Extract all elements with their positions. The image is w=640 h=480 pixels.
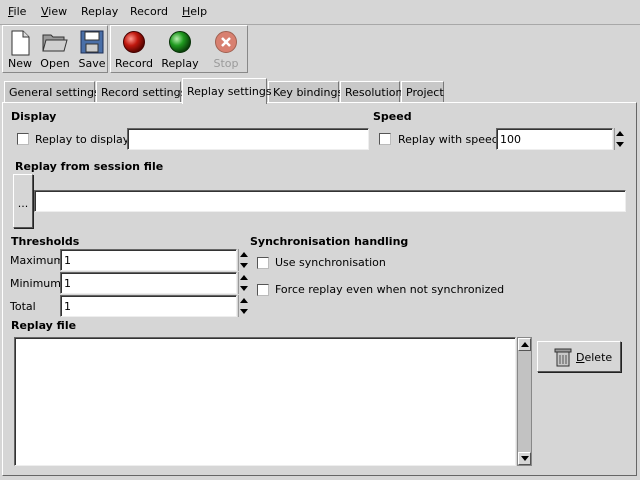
- minimum-spinner[interactable]: [238, 272, 248, 294]
- thresholds-section-title: Thresholds: [11, 235, 80, 248]
- spin-down-icon[interactable]: [240, 309, 248, 314]
- maximum-label: Maximum: [10, 254, 65, 267]
- replay-with-speed-label: Replay with speed:: [398, 133, 503, 146]
- new-button[interactable]: New: [2, 27, 38, 71]
- delete-button-label: Delete: [576, 351, 612, 364]
- spin-down-icon[interactable]: [240, 286, 248, 291]
- force-replay-label: Force replay even when not synchronized: [275, 283, 505, 296]
- delete-button[interactable]: Delete: [537, 341, 621, 372]
- total-label: Total: [10, 300, 36, 313]
- minimum-input[interactable]: 1: [60, 272, 237, 294]
- save-button-label: Save: [78, 57, 106, 70]
- replay-file-list[interactable]: [14, 337, 516, 466]
- scroll-up-button[interactable]: [518, 338, 531, 351]
- record-icon: [123, 31, 145, 53]
- replay-with-speed-checkbox[interactable]: [379, 133, 391, 145]
- maximum-input[interactable]: 1: [60, 249, 237, 271]
- open-button[interactable]: Open: [37, 27, 73, 71]
- menu-replay[interactable]: Replay: [81, 5, 118, 18]
- scroll-down-button[interactable]: [518, 452, 531, 465]
- menu-file[interactable]: File: [8, 5, 26, 18]
- spin-up-icon[interactable]: [616, 131, 624, 136]
- session-section-title: Replay from session file: [15, 160, 164, 173]
- record-button-label: Record: [115, 57, 154, 70]
- tab-record-settings[interactable]: Record settings: [96, 81, 186, 103]
- sync-section-title: Synchronisation handling: [250, 235, 409, 248]
- use-sync-checkbox[interactable]: [257, 257, 269, 269]
- spin-up-icon[interactable]: [240, 252, 248, 257]
- display-section-title: Display: [11, 110, 57, 123]
- menu-record[interactable]: Record: [130, 5, 168, 18]
- stop-button-label: Stop: [213, 57, 239, 70]
- tab-resolution[interactable]: Resolution: [340, 81, 402, 103]
- force-replay-checkbox[interactable]: [257, 284, 269, 296]
- spin-up-icon[interactable]: [240, 298, 248, 303]
- delete-rest: elete: [584, 351, 613, 364]
- trash-icon: [554, 348, 572, 367]
- session-file-input[interactable]: [34, 190, 626, 212]
- stop-icon: [215, 31, 237, 53]
- menu-help-rest: elp: [190, 5, 208, 18]
- speed-section-title: Speed: [373, 110, 412, 123]
- open-folder-icon: [42, 34, 68, 52]
- speed-spinner[interactable]: [614, 128, 624, 150]
- spin-down-icon[interactable]: [240, 263, 248, 268]
- speed-value-input[interactable]: 100: [496, 128, 613, 150]
- tab-replay-settings[interactable]: Replay settings: [182, 78, 272, 104]
- minimum-label: Minimum: [10, 277, 61, 290]
- replay-file-section-title: Replay file: [11, 319, 77, 332]
- tab-project[interactable]: Project: [401, 81, 444, 103]
- use-sync-label: Use synchronisation: [275, 256, 386, 269]
- replay-button[interactable]: Replay: [161, 27, 199, 71]
- tab-key-bindings[interactable]: Key bindings: [268, 81, 343, 103]
- total-spinner[interactable]: [238, 295, 248, 317]
- replay-to-display-label: Replay to display:: [35, 133, 133, 146]
- save-disk-icon: [80, 30, 104, 54]
- record-button[interactable]: Record: [115, 27, 153, 71]
- menubar: File View Replay Record Help: [0, 0, 640, 25]
- scroll-down-icon: [521, 456, 529, 461]
- tab-general-settings[interactable]: General settings: [4, 81, 100, 103]
- menu-file-rest: ile: [13, 5, 27, 18]
- scroll-up-icon: [521, 342, 529, 347]
- replay-to-display-input[interactable]: [127, 128, 369, 150]
- menu-help[interactable]: Help: [182, 5, 207, 18]
- save-button[interactable]: Save: [74, 27, 110, 71]
- replay-to-display-checkbox[interactable]: [17, 133, 29, 145]
- menu-view-rest: iew: [48, 5, 68, 18]
- new-button-label: New: [8, 57, 32, 70]
- spin-down-icon[interactable]: [616, 142, 624, 147]
- maximum-spinner[interactable]: [238, 249, 248, 271]
- replay-icon: [169, 31, 191, 53]
- replay-button-label: Replay: [161, 57, 199, 70]
- menu-view[interactable]: View: [41, 5, 67, 18]
- replay-file-scrollbar[interactable]: [517, 337, 532, 466]
- browse-session-button[interactable]: ...: [13, 174, 33, 228]
- stop-button[interactable]: Stop: [208, 27, 244, 71]
- total-input[interactable]: 1: [60, 295, 237, 317]
- open-button-label: Open: [40, 57, 70, 70]
- spin-up-icon[interactable]: [240, 275, 248, 280]
- new-file-icon: [11, 30, 30, 56]
